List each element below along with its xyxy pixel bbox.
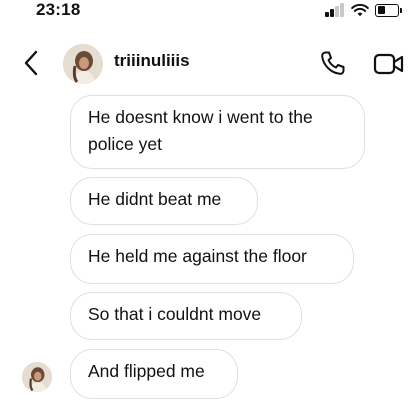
- chat-username[interactable]: triiinuliiis: [114, 51, 190, 71]
- message-bubble[interactable]: He held me against the floor: [70, 234, 354, 284]
- status-bar: 23:18: [0, 0, 416, 30]
- avatar[interactable]: [63, 44, 103, 84]
- message-bubble[interactable]: He didnt beat me: [70, 177, 258, 225]
- battery-icon: [375, 3, 402, 17]
- chevron-left-icon[interactable]: [22, 50, 42, 76]
- chat-header: triiinuliiis: [0, 30, 416, 94]
- message-bubble[interactable]: He doesnt know i went to the police yet: [70, 95, 365, 169]
- cellular-signal-icon: [325, 3, 345, 17]
- avatar[interactable]: [22, 362, 52, 392]
- phone-icon[interactable]: [319, 49, 347, 77]
- message-bubble[interactable]: So that i couldnt move: [70, 292, 302, 340]
- video-camera-icon[interactable]: [373, 52, 405, 76]
- status-icons: [325, 2, 402, 18]
- wifi-icon: [351, 3, 369, 17]
- status-time: 23:18: [36, 0, 81, 19]
- message-bubble[interactable]: And flipped me: [70, 349, 238, 399]
